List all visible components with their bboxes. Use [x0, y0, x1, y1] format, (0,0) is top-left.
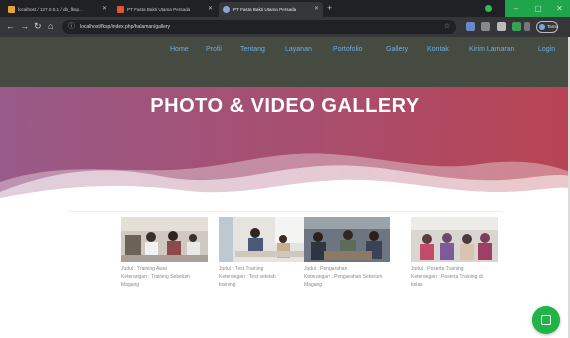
back-arrow-icon[interactable]: ← [6, 20, 15, 33]
gallery-photo[interactable] [411, 217, 498, 262]
caption-description: Magang [304, 282, 323, 288]
browser-toolbar: ← → ↻ ⌂ ⓘ localhost/fksp/index.php/halam… [0, 17, 570, 37]
extension-icon[interactable] [512, 22, 521, 31]
browser-tab[interactable]: PT Fasta Bakti Utama Persada ✕ [113, 2, 217, 17]
phpmyadmin-favicon-icon [8, 6, 15, 13]
class-participants-photo [411, 217, 498, 262]
url-bar[interactable]: ⓘ localhost/fksp/index.php/halaman/galle… [62, 20, 456, 34]
browser-tab[interactable]: localhost / 127.0.0.1 / db_fksp... ✕ [4, 2, 111, 17]
gallery-caption: Judul : Peserta Training Keterangan : Pe… [411, 265, 507, 289]
hero-banner: PHOTO & VIDEO GALLERY [0, 87, 570, 202]
gallery-photo[interactable] [304, 217, 390, 262]
chat-icon [541, 315, 551, 325]
tab-title: PT Fasta Bakti Utama Persada [127, 7, 191, 12]
extension-icon[interactable] [485, 5, 492, 12]
reload-icon[interactable]: ↻ [34, 20, 42, 33]
gallery-photo[interactable] [121, 217, 208, 262]
close-tab-icon[interactable]: ✕ [102, 2, 107, 17]
maximize-window-icon[interactable]: ▢ [527, 0, 549, 17]
site-favicon-icon [223, 6, 230, 13]
browser-tab-strip: localhost / 127.0.0.1 / db_fksp... ✕ PT … [0, 0, 570, 17]
nav-login[interactable]: Login [538, 46, 555, 53]
new-tab-icon[interactable]: + [327, 3, 332, 14]
profile-button[interactable]: Tamu [536, 21, 558, 33]
site-navbar [0, 37, 570, 87]
nav-portofolio[interactable]: Portofolio [333, 46, 363, 53]
close-window-icon[interactable]: ✕ [549, 0, 570, 17]
close-tab-icon[interactable]: ✕ [208, 2, 213, 17]
caption-title: Judul : Training Awal [121, 266, 167, 272]
caption-description: Keterangan : Pengarahan Sebelum [304, 274, 383, 280]
gallery-caption: Judul : Test Training Keterangan : Test … [219, 265, 311, 289]
caption-title: Judul : Test Training [219, 266, 264, 272]
nav-kirim-lamaran[interactable]: Kirim Lamaran [469, 46, 515, 53]
nav-gallery[interactable]: Gallery [386, 46, 408, 53]
caption-description: Keterangan : Peserta Training di [411, 274, 483, 280]
divider [68, 211, 502, 212]
caption-description: Keterangan : Test setelah [219, 274, 276, 280]
nav-layanan[interactable]: Layanan [285, 46, 312, 53]
avatar [539, 24, 545, 30]
training-room-photo [121, 217, 208, 262]
caption-description: training [219, 282, 236, 288]
briefing-photo [304, 217, 390, 262]
gallery-photo[interactable] [219, 217, 307, 262]
caption-description: Magang [121, 282, 140, 288]
close-tab-icon[interactable]: ✕ [314, 2, 319, 17]
gallery-caption: Judul : Pengarahan Keterangan : Pengarah… [304, 265, 404, 289]
forward-arrow-icon[interactable]: → [20, 20, 29, 33]
site-favicon-icon [117, 6, 124, 13]
gallery-caption: Judul : Training Awal Keterangan : Train… [121, 265, 213, 289]
caption-title: Judul : Pengarahan [304, 266, 348, 272]
page-title: PHOTO & VIDEO GALLERY [150, 95, 420, 117]
home-icon[interactable]: ⌂ [48, 20, 53, 33]
chat-button[interactable] [532, 306, 560, 334]
caption-description: Keterangan : Training Sebelum [121, 274, 190, 280]
bookmark-star-icon[interactable]: ☆ [444, 20, 450, 34]
nav-kontak[interactable]: Kontak [427, 46, 449, 53]
puzzle-icon[interactable] [524, 22, 530, 31]
extension-icon[interactable] [481, 22, 490, 31]
tab-title: PT Fasta Bakti Utama Persada [233, 7, 297, 12]
site-info-icon[interactable]: ⓘ [68, 20, 75, 34]
caption-description: kelas [411, 282, 423, 288]
extension-icon[interactable] [466, 22, 475, 31]
nav-home[interactable]: Home [170, 46, 189, 53]
extension-icon[interactable] [497, 22, 506, 31]
url-text: localhost/fksp/index.php/halaman/gallery [80, 24, 171, 30]
tab-title: localhost / 127.0.0.1 / db_fksp... [18, 7, 83, 12]
nav-profil[interactable]: Profil [206, 46, 222, 53]
caption-title: Judul : Peserta Training [411, 266, 464, 272]
classroom-test-photo [219, 217, 307, 262]
wave-decoration [0, 153, 570, 202]
minimize-window-icon[interactable]: – [505, 0, 527, 17]
browser-tab-active[interactable]: PT Fasta Bakti Utama Persada ✕ [219, 2, 323, 17]
nav-tentang[interactable]: Tentang [240, 46, 265, 53]
